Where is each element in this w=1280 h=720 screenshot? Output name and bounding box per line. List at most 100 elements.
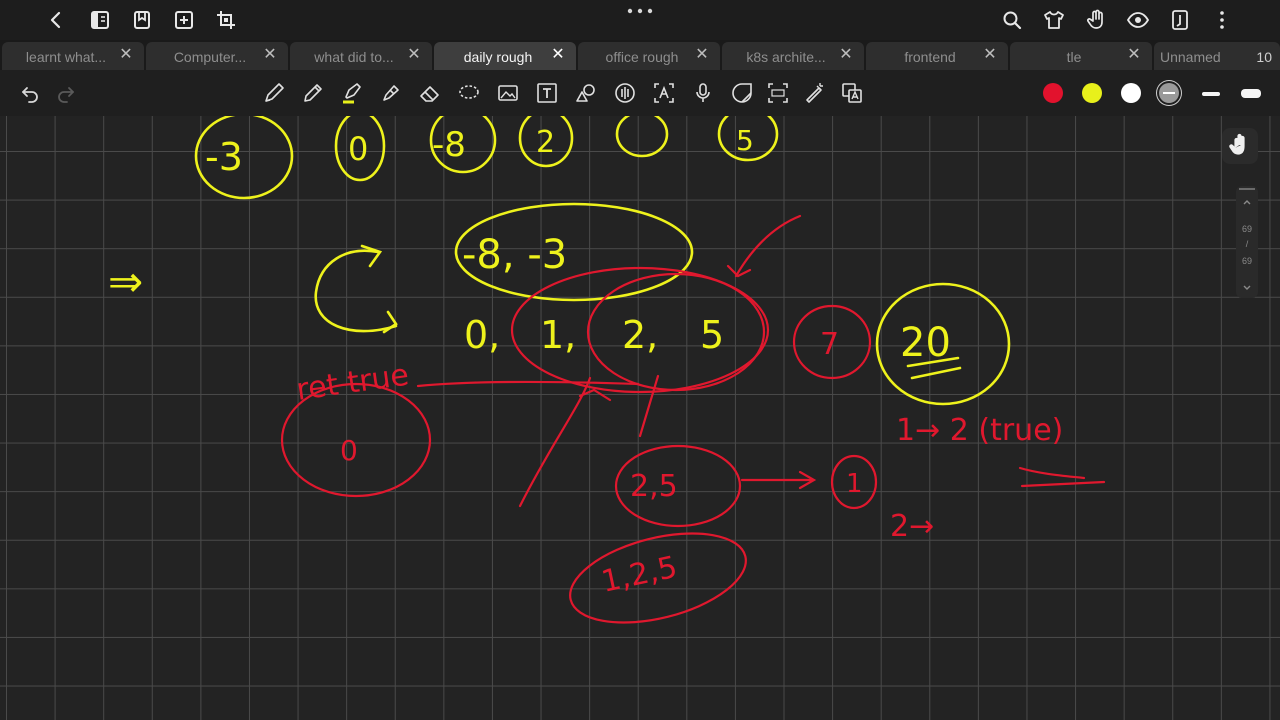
red-underline-true (1018, 466, 1106, 488)
laser-icon[interactable] (802, 81, 826, 105)
tab-what-did-to[interactable]: what did to... ✕ (290, 42, 432, 70)
tab-label: k8s archite... (746, 49, 826, 65)
note-top-1: -3 (205, 135, 243, 179)
translate-icon[interactable] (840, 81, 864, 105)
window-dots-icon[interactable] (624, 4, 656, 18)
color-swatch-gray[interactable] (1159, 83, 1179, 103)
chevron-down-icon[interactable] (1241, 282, 1253, 294)
pager-handle[interactable] (1239, 188, 1255, 190)
undo-icon[interactable] (18, 81, 42, 105)
page-icon[interactable] (1168, 8, 1192, 32)
marker-icon[interactable] (379, 81, 403, 105)
color-swatch-white[interactable] (1121, 83, 1141, 103)
note-seven: 7 (820, 327, 839, 362)
tab-label: office rough (605, 49, 679, 65)
tab-close-icon[interactable]: ✕ (118, 47, 134, 63)
note-row-3: 5 (700, 313, 724, 357)
tab-label: frontend (904, 49, 956, 65)
text-recognition-icon[interactable] (652, 81, 676, 105)
back-icon[interactable] (44, 8, 68, 32)
tab-close-icon[interactable]: ✕ (838, 47, 854, 63)
handwriting-layer: -3 0 -8 2 5 -8, -3 ⇒ 0, 1, 2, 5 20 7 ret… (108, 116, 1106, 624)
current-page-number: 69 (1241, 224, 1252, 234)
sidebar-icon[interactable] (88, 8, 112, 32)
more-vertical-icon[interactable] (1210, 8, 1234, 32)
search-icon[interactable] (1000, 8, 1024, 32)
note-implies-arrow: ⇒ (108, 257, 143, 306)
image-icon[interactable] (496, 81, 520, 105)
tab-label: what did to... (314, 49, 394, 65)
red-pointer-arrow (726, 214, 802, 278)
crop-icon[interactable] (214, 8, 238, 32)
note-row-2: 2, (622, 313, 658, 357)
total-page-count: 69 (1241, 256, 1252, 266)
pen-icon[interactable] (262, 81, 286, 105)
eye-icon[interactable] (1126, 8, 1150, 32)
note-step2: 2→ (890, 509, 934, 544)
tab-close-icon[interactable]: ✕ (406, 47, 422, 63)
bookmark-icon[interactable] (130, 8, 154, 32)
note-pair: -8, -3 (462, 232, 567, 278)
note-top-2: 0 (348, 130, 368, 168)
audio-icon[interactable] (613, 81, 637, 105)
note-row-1: 1, (540, 313, 576, 357)
lasso-icon[interactable] (457, 81, 481, 105)
eraser-icon[interactable] (418, 81, 442, 105)
red-connector-lines (416, 374, 660, 508)
hand-touch-icon[interactable] (1084, 8, 1108, 32)
note-one: 1 (846, 469, 863, 499)
add-page-icon[interactable] (172, 8, 196, 32)
note-canvas[interactable]: -3 0 -8 2 5 -8, -3 ⇒ 0, 1, 2, 5 20 7 ret… (0, 116, 1280, 720)
shape-icon[interactable] (574, 81, 598, 105)
note-top-3: -8 (432, 125, 466, 165)
note-top-4: 2 (536, 125, 555, 160)
tab-unnamed[interactable]: Unnamed 10 (1154, 42, 1280, 70)
swatch-selected-mark (1163, 92, 1175, 94)
tab-computer[interactable]: Computer... ✕ (146, 42, 288, 70)
note-triple: 1,2,5 (598, 550, 680, 600)
pencil-icon[interactable] (301, 81, 325, 105)
ocr-icon[interactable] (766, 81, 790, 105)
tab-close-icon[interactable]: ✕ (262, 47, 278, 63)
text-icon[interactable] (535, 81, 559, 105)
note-step1: 1→ 2 (true) (896, 413, 1063, 448)
page-indicator[interactable]: 69 / 69 (1236, 186, 1258, 298)
shirt-icon[interactable] (1042, 8, 1066, 32)
tab-office-rough[interactable]: office rough ✕ (578, 42, 720, 70)
chevron-up-icon[interactable] (1241, 196, 1253, 208)
page-separator: / (1245, 239, 1249, 249)
stroke-thick-option[interactable] (1241, 89, 1261, 98)
note-result: 20 (900, 320, 951, 366)
palm-rejection-button[interactable] (1222, 128, 1258, 164)
yellow-curved-arrow (314, 249, 398, 333)
tab-learnt-what[interactable]: learnt what... ✕ (2, 42, 144, 70)
tab-close-icon[interactable]: ✕ (694, 47, 710, 63)
microphone-icon[interactable] (691, 81, 715, 105)
tab-tle[interactable]: tle ✕ (1010, 42, 1152, 70)
yellow-circle-blob (615, 116, 669, 158)
color-swatch-yellow[interactable] (1082, 83, 1102, 103)
color-swatch-red[interactable] (1043, 83, 1063, 103)
red-ellipse-inner (586, 272, 766, 392)
tab-k8s-architecture[interactable]: k8s archite... ✕ (722, 42, 864, 70)
note-top-5: 5 (736, 124, 754, 157)
tab-label: Unnamed (1160, 49, 1221, 65)
highlighter-icon[interactable] (340, 81, 364, 105)
note-row-0: 0, (464, 313, 500, 357)
tab-close-icon[interactable]: ✕ (550, 47, 566, 63)
sticker-icon[interactable] (730, 81, 754, 105)
hand-icon (1229, 133, 1245, 155)
tab-label: daily rough (463, 49, 533, 65)
note-zero: 0 (340, 434, 358, 467)
tab-daily-rough[interactable]: daily rough ✕ (434, 42, 576, 70)
yellow-arrowheads (360, 244, 398, 334)
redo-icon[interactable] (54, 81, 78, 105)
drawing-toolbar (0, 70, 1280, 116)
stroke-thin-option[interactable] (1202, 92, 1220, 96)
tab-frontend[interactable]: frontend ✕ (866, 42, 1008, 70)
tab-close-icon[interactable]: ✕ (982, 47, 998, 63)
red-arrow-right (740, 470, 817, 490)
top-bar (0, 0, 1280, 40)
tab-label: tle (1066, 49, 1082, 65)
tab-close-icon[interactable]: ✕ (1126, 47, 1142, 63)
